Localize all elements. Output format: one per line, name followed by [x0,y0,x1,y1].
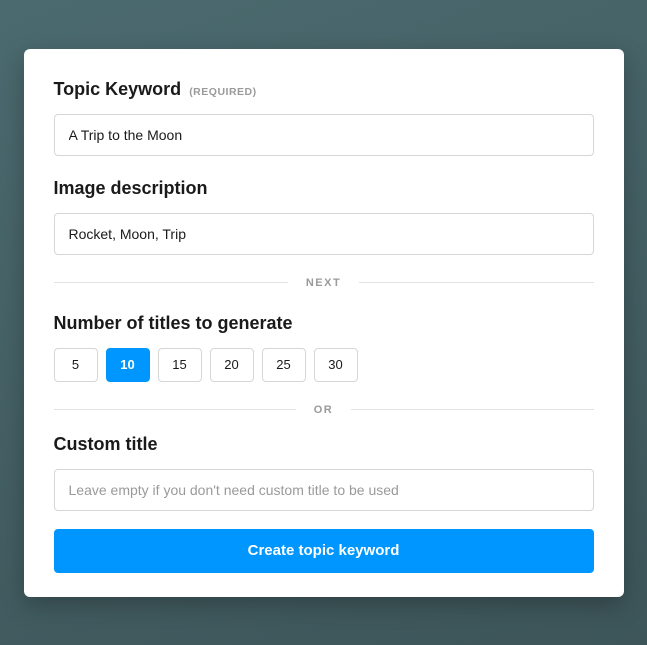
custom-title-input[interactable] [54,469,594,511]
next-divider-text: NEXT [288,277,359,289]
topic-keyword-label: Topic Keyword [54,79,182,100]
required-tag: (REQUIRED) [189,86,256,98]
image-description-input[interactable] [54,213,594,255]
titles-count-option-15[interactable]: 15 [158,348,202,382]
image-description-group: Image description [54,178,594,255]
titles-count-option-25[interactable]: 25 [262,348,306,382]
topic-keyword-input[interactable] [54,114,594,156]
topic-keyword-group: Topic Keyword (REQUIRED) [54,79,594,156]
custom-title-group: Custom title [54,434,594,511]
image-description-label: Image description [54,178,208,199]
titles-count-group: Number of titles to generate 51015202530 [54,313,594,382]
titles-count-option-5[interactable]: 5 [54,348,98,382]
custom-title-label: Custom title [54,434,158,455]
or-divider-text: OR [296,404,352,416]
custom-title-label-row: Custom title [54,434,594,455]
image-desc-label-row: Image description [54,178,594,199]
titles-count-option-20[interactable]: 20 [210,348,254,382]
titles-count-option-30[interactable]: 30 [314,348,358,382]
next-divider: NEXT [54,277,594,289]
titles-count-options: 51015202530 [54,348,594,382]
titles-count-label-row: Number of titles to generate [54,313,594,334]
titles-count-label: Number of titles to generate [54,313,293,334]
titles-count-option-10[interactable]: 10 [106,348,150,382]
or-divider: OR [54,404,594,416]
create-topic-keyword-button[interactable]: Create topic keyword [54,529,594,573]
topic-label-row: Topic Keyword (REQUIRED) [54,79,594,100]
form-card: Topic Keyword (REQUIRED) Image descripti… [24,49,624,597]
